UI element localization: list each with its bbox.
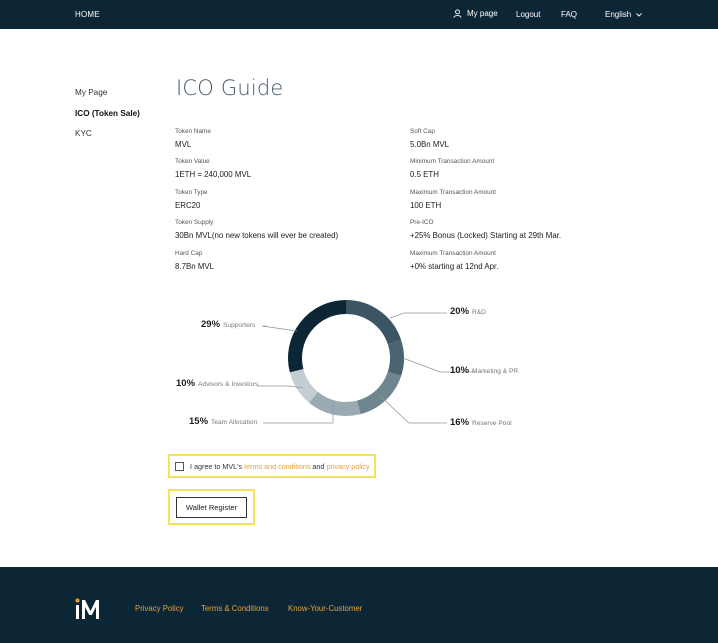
chart-label-name: Reserve Pool bbox=[472, 420, 512, 427]
agree-middle: and bbox=[310, 461, 327, 471]
info-label: Hard Cap bbox=[175, 250, 203, 257]
info-label: Maximum Transaction Amount bbox=[410, 250, 496, 257]
language-label: English bbox=[605, 10, 632, 19]
chart-label-name: Marketing & PR bbox=[472, 368, 518, 375]
info-value: ERC20 bbox=[175, 201, 201, 210]
sidebar-item-mypage[interactable]: My Page bbox=[75, 88, 107, 97]
info-label: Maximum Transaction Amount bbox=[410, 189, 496, 196]
info-label: Token Supply bbox=[175, 219, 214, 226]
chart-label: 10% Advisors & Investors bbox=[176, 378, 259, 389]
token-allocation-chart: 20% R&D10% Marketing & PR16% Reserve Pool15… bbox=[176, 300, 518, 428]
info-label: Token Value bbox=[175, 158, 210, 165]
chart-slice-advisors-investors bbox=[289, 368, 319, 403]
chart-label-percent: 10% bbox=[450, 365, 470, 376]
terms-agreement: I agree to MVL's terms and conditions an… bbox=[168, 454, 376, 478]
chart-label-percent: 16% bbox=[450, 417, 470, 428]
info-value: 30Bn MVL(no new tokens will ever be crea… bbox=[175, 231, 339, 240]
info-value: MVL bbox=[175, 140, 192, 149]
page-title: ICO Guide bbox=[176, 76, 284, 100]
agree-prefix: I agree to MVL's bbox=[190, 461, 245, 471]
info-value: +25% Bonus (Locked) Starting at 29th Mar… bbox=[410, 231, 562, 240]
info-label: Token Name bbox=[175, 128, 211, 135]
agree-checkbox[interactable] bbox=[175, 461, 184, 471]
wallet-register-highlight: Wallet Register bbox=[168, 489, 255, 525]
nav-mypage-link[interactable]: My page bbox=[453, 9, 498, 18]
info-value: 8.7Bn MVL bbox=[175, 262, 215, 271]
chevron-down-icon bbox=[636, 12, 643, 17]
nav-home-link[interactable]: HOME bbox=[75, 10, 100, 19]
terms-link[interactable]: terms and conditions bbox=[244, 462, 310, 471]
sidebar-item-ico[interactable]: ICO (Token Sale) bbox=[75, 109, 140, 118]
chart-label-percent: 10% bbox=[176, 378, 196, 389]
chart-slice-marketing-pr bbox=[387, 340, 404, 376]
chart-label: 10% Marketing & PR bbox=[450, 365, 518, 376]
language-selector[interactable]: English bbox=[605, 10, 643, 19]
nav-mypage-label: My page bbox=[467, 9, 498, 18]
footer-kyc-link[interactable]: Know-Your-Customer bbox=[288, 604, 362, 613]
footer: Privacy Policy Terms & Conditions Know-Y… bbox=[0, 567, 718, 643]
footer-terms-link[interactable]: Terms & Conditions bbox=[201, 604, 269, 613]
chart-label: 16% Reserve Pool bbox=[450, 417, 512, 428]
mvl-logo-icon bbox=[75, 598, 101, 625]
chart-label: 20% R&D bbox=[450, 306, 486, 317]
info-label: Minimum Transaction Amount bbox=[410, 158, 495, 165]
chart-label: 29% Supporters bbox=[201, 319, 256, 330]
chart-label-name: Team Allocation bbox=[211, 419, 258, 426]
chart-slice-team-allocation bbox=[309, 391, 361, 416]
chart-slice-reserve-pool bbox=[356, 371, 402, 415]
nav-faq-link[interactable]: FAQ bbox=[561, 10, 577, 19]
nav-logout-link[interactable]: Logout bbox=[516, 10, 540, 19]
info-value: 0.5 ETH bbox=[410, 170, 439, 179]
info-value: 100 ETH bbox=[410, 201, 442, 210]
chart-label-name: Supporters bbox=[223, 322, 256, 329]
chart-label-percent: 29% bbox=[201, 319, 221, 330]
chart-label: 15% Team Allocation bbox=[189, 416, 258, 427]
privacy-link[interactable]: privacy policy bbox=[326, 462, 369, 471]
chart-slice-r-d bbox=[345, 300, 402, 345]
chart-label-percent: 20% bbox=[450, 306, 470, 317]
chart-label-percent: 15% bbox=[189, 416, 209, 427]
info-value: 1ETH = 240,000 MVL bbox=[175, 170, 252, 179]
chart-slice-supporters bbox=[288, 300, 347, 373]
info-value: 5.0Bn MVL bbox=[410, 140, 450, 149]
user-icon bbox=[453, 9, 462, 18]
wallet-register-button[interactable]: Wallet Register bbox=[176, 497, 247, 518]
chart-label-name: R&D bbox=[472, 309, 486, 316]
info-value: +0% starting at 12nd Apr. bbox=[410, 262, 499, 271]
sidebar-item-kyc[interactable]: KYC bbox=[75, 129, 92, 138]
info-label: Soft Cap bbox=[410, 128, 435, 135]
top-nav: HOME My page Logout FAQ English bbox=[0, 0, 718, 29]
info-label: Token Type bbox=[175, 189, 208, 196]
footer-privacy-link[interactable]: Privacy Policy bbox=[135, 604, 184, 613]
chart-label-name: Advisors & Investors bbox=[198, 381, 259, 388]
info-label: Pre-ICO bbox=[410, 219, 434, 226]
